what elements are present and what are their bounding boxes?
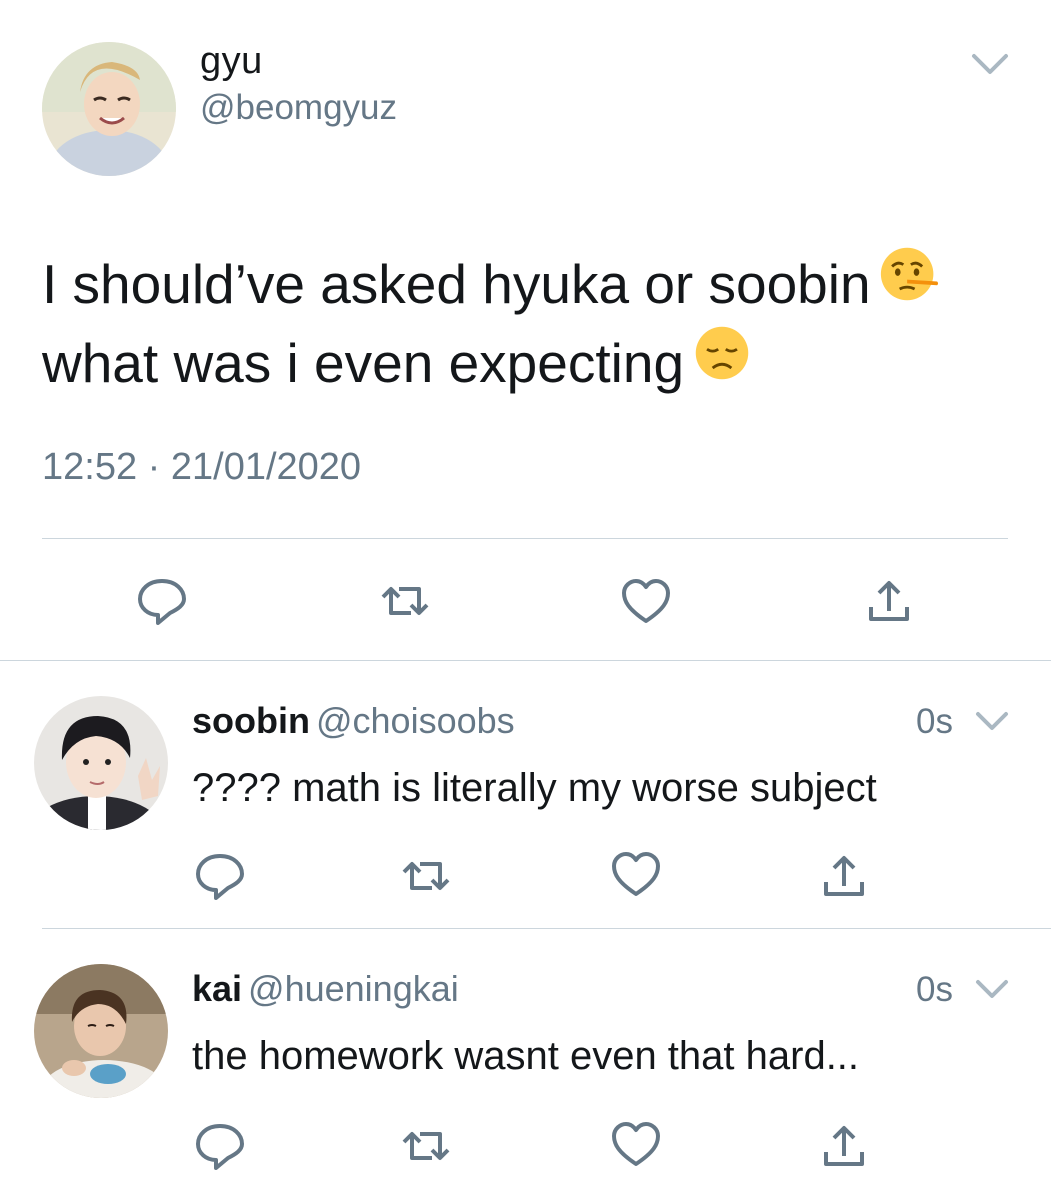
reply-header: kai @hueningkai [192, 968, 1012, 1010]
reply-time: 0s [916, 970, 953, 1009]
main-avatar[interactable] [42, 42, 176, 176]
main-display-name[interactable]: gyu [200, 40, 263, 83]
retweet-icon[interactable] [398, 848, 454, 904]
profile-photo [42, 42, 176, 176]
reply-icon[interactable] [192, 1116, 248, 1172]
main-handle[interactable]: @beomgyuz [200, 88, 397, 128]
chevron-down-icon[interactable] [972, 974, 1012, 1006]
share-icon[interactable] [861, 573, 917, 629]
like-icon[interactable] [618, 573, 674, 629]
divider [42, 538, 1008, 539]
reply-handle[interactable]: @hueningkai [248, 968, 459, 1009]
reply-text: the homework wasnt even that hard... [192, 1034, 860, 1078]
profile-photo [34, 696, 168, 830]
retweet-icon[interactable] [398, 1118, 454, 1174]
reply-icon[interactable] [134, 571, 190, 627]
reply-avatar[interactable] [34, 964, 168, 1098]
like-icon[interactable] [608, 1116, 664, 1172]
profile-photo [34, 964, 168, 1098]
tweet-text: I should’ve asked hyuka or soobin what w… [42, 247, 1032, 406]
disappointed-face-emoji [692, 323, 752, 400]
divider [42, 928, 1051, 929]
chevron-down-icon[interactable] [972, 706, 1012, 738]
reply-time: 0s [916, 702, 953, 741]
reply-display-name[interactable]: kai [192, 968, 242, 1009]
reply-handle[interactable]: @choisoobs [316, 700, 515, 741]
reply-display-name[interactable]: soobin [192, 700, 310, 741]
timestamp-separator: · [147, 446, 161, 488]
share-icon[interactable] [816, 1118, 872, 1174]
tweet-date: 21/01/2020 [170, 446, 362, 488]
reply-icon[interactable] [192, 846, 248, 902]
lying-face-emoji [879, 244, 939, 321]
chevron-down-icon[interactable] [968, 44, 1012, 84]
like-icon[interactable] [608, 846, 664, 902]
reply-text: ???? math is literally my worse subject [192, 766, 877, 810]
tweet-text-line-2: what was i even expecting [42, 331, 685, 394]
tweet-text-line-1: I should’ve asked hyuka or soobin [42, 253, 871, 315]
divider [0, 660, 1051, 661]
tweet-time: 12:52 [42, 446, 138, 488]
tweet-timestamp[interactable]: 12:52 · 21/01/2020 [42, 446, 361, 489]
reply-header: soobin @choisoobs [192, 700, 1012, 742]
share-icon[interactable] [816, 848, 872, 904]
reply-avatar[interactable] [34, 696, 168, 830]
retweet-icon[interactable] [377, 573, 433, 629]
